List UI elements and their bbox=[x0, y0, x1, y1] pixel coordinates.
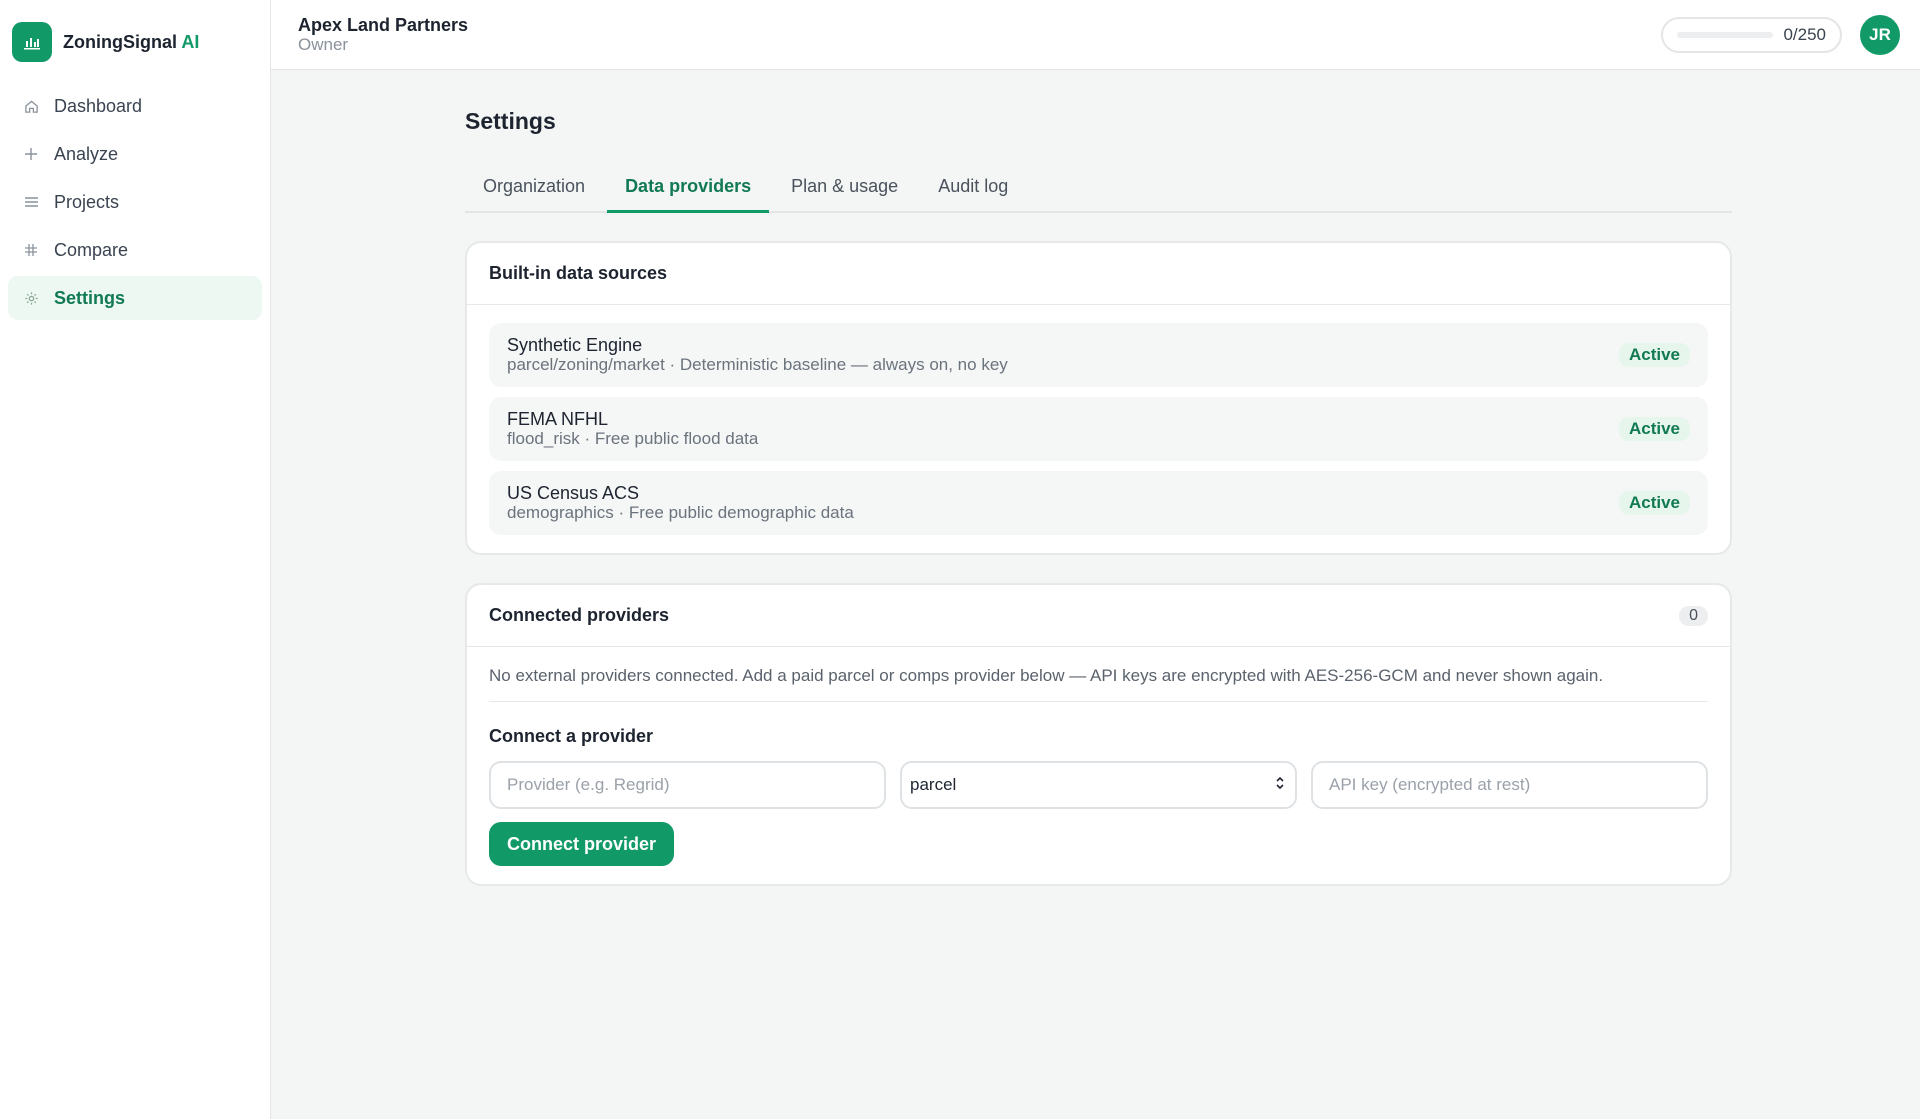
builtin-sources-card: Built-in data sources Synthetic Engine p… bbox=[465, 241, 1732, 555]
connect-provider-button[interactable]: Connect provider bbox=[489, 822, 675, 866]
sidebar-item-compare[interactable]: Compare bbox=[8, 228, 262, 272]
card-title: Built-in data sources bbox=[489, 263, 668, 283]
connect-form-row: parcel bbox=[489, 761, 1708, 809]
tab-audit-log[interactable]: Audit log bbox=[920, 163, 1026, 213]
count-badge: 0 bbox=[1679, 605, 1708, 626]
sidebar-item-settings[interactable]: Settings bbox=[8, 276, 262, 320]
main-area: Apex Land Partners Owner 0/250 JR Settin… bbox=[271, 0, 1920, 1119]
source-info: US Census ACS demographics · Free public… bbox=[507, 483, 854, 523]
home-icon bbox=[22, 97, 40, 115]
list-item: US Census ACS demographics · Free public… bbox=[489, 471, 1708, 535]
usage-text: 0/250 bbox=[1783, 24, 1826, 44]
plus-icon bbox=[22, 145, 40, 163]
source-name: US Census ACS bbox=[507, 483, 640, 503]
sidebar-item-label: Compare bbox=[54, 239, 129, 260]
select-value: parcel bbox=[910, 775, 957, 794]
org-name: Apex Land Partners bbox=[298, 14, 469, 35]
sidebar-item-label: Dashboard bbox=[54, 95, 143, 116]
org-info: Apex Land Partners Owner bbox=[298, 15, 468, 55]
provider-name-input[interactable] bbox=[489, 761, 887, 809]
source-name: FEMA NFHL bbox=[507, 409, 609, 429]
usage-meter[interactable]: 0/250 bbox=[1661, 16, 1842, 53]
sidebar-nav: Dashboard Analyze Projects Compare Setti… bbox=[0, 84, 270, 320]
app-root: ZoningSignal AI Dashboard Analyze Projec… bbox=[0, 0, 1920, 1119]
bar-chart-icon bbox=[12, 22, 52, 62]
source-list: Synthetic Engine parcel/zoning/market · … bbox=[467, 305, 1730, 553]
sidebar-item-dashboard[interactable]: Dashboard bbox=[8, 84, 262, 128]
tab-plan-usage[interactable]: Plan & usage bbox=[773, 163, 916, 213]
source-desc: parcel/zoning/market · Deterministic bas… bbox=[507, 355, 1008, 374]
card-title: Connected providers bbox=[489, 605, 670, 625]
connect-provider-heading: Connect a provider bbox=[489, 726, 654, 746]
status-badge: Active bbox=[1618, 417, 1690, 441]
settings-content: Settings Organization Data providers Pla… bbox=[271, 70, 1732, 886]
status-badge: Active bbox=[1618, 343, 1690, 367]
tab-organization[interactable]: Organization bbox=[465, 163, 603, 213]
brand-suffix: AI bbox=[181, 31, 200, 52]
card-header: Built-in data sources bbox=[467, 243, 1730, 305]
usage-track bbox=[1677, 31, 1774, 38]
gear-icon bbox=[22, 289, 40, 307]
empty-state-note: No external providers connected. Add a p… bbox=[489, 665, 1708, 702]
card-header: Connected providers 0 bbox=[467, 585, 1730, 647]
brand[interactable]: ZoningSignal AI bbox=[0, 0, 270, 84]
sidebar: ZoningSignal AI Dashboard Analyze Projec… bbox=[0, 0, 271, 1119]
avatar[interactable]: JR bbox=[1860, 14, 1900, 55]
sidebar-item-label: Projects bbox=[54, 191, 120, 212]
provider-type-select[interactable]: parcel bbox=[900, 761, 1297, 809]
page-title: Settings bbox=[465, 108, 556, 134]
org-role: Owner bbox=[298, 34, 349, 54]
brand-name: ZoningSignal AI bbox=[63, 32, 199, 53]
topbar-right: 0/250 JR bbox=[1661, 14, 1900, 55]
api-key-input[interactable] bbox=[1310, 761, 1708, 809]
source-info: Synthetic Engine parcel/zoning/market · … bbox=[507, 335, 1008, 375]
connected-providers-card: Connected providers 0 No external provid… bbox=[465, 583, 1732, 886]
sidebar-item-analyze[interactable]: Analyze bbox=[8, 132, 262, 176]
status-badge: Active bbox=[1618, 491, 1690, 515]
source-name: Synthetic Engine bbox=[507, 335, 643, 355]
sidebar-item-label: Settings bbox=[54, 287, 126, 308]
sidebar-item-label: Analyze bbox=[54, 143, 119, 164]
grid-icon bbox=[22, 241, 40, 259]
sidebar-item-projects[interactable]: Projects bbox=[8, 180, 262, 224]
list-item: FEMA NFHL flood_risk · Free public flood… bbox=[489, 397, 1708, 461]
brand-name-text: ZoningSignal bbox=[63, 31, 177, 52]
connected-body: No external providers connected. Add a p… bbox=[467, 647, 1730, 884]
source-desc: demographics · Free public demographic d… bbox=[507, 503, 854, 522]
list-item: Synthetic Engine parcel/zoning/market · … bbox=[489, 323, 1708, 387]
settings-tabs: Organization Data providers Plan & usage… bbox=[465, 163, 1732, 213]
source-desc: flood_risk · Free public flood data bbox=[507, 429, 759, 448]
tab-data-providers[interactable]: Data providers bbox=[607, 163, 770, 213]
chevron-up-down-icon bbox=[1275, 775, 1285, 796]
topbar: Apex Land Partners Owner 0/250 JR bbox=[271, 0, 1920, 70]
source-info: FEMA NFHL flood_risk · Free public flood… bbox=[507, 409, 758, 449]
list-icon bbox=[22, 193, 40, 211]
